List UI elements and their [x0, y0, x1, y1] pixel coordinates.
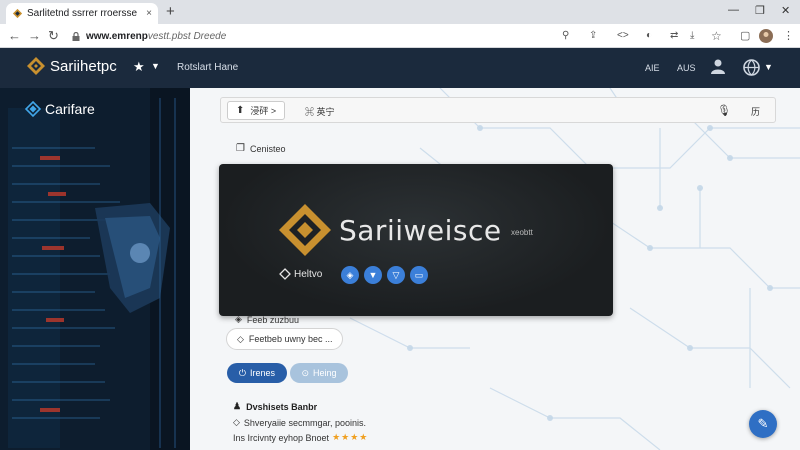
- detail-label-text: Feeb zuzbuu: [246, 314, 299, 325]
- description-line-2: Ins Ircivnty eyhop Bnoet ★★★★: [233, 432, 368, 443]
- profile-avatar[interactable]: [759, 29, 773, 43]
- hero-title: Sariiweisce: [339, 214, 502, 247]
- floating-action-button[interactable]: ✎: [749, 410, 777, 438]
- social-link-3[interactable]: ▽: [387, 266, 405, 284]
- toolbar-extra-button[interactable]: 历: [751, 105, 760, 118]
- reload-icon[interactable]: ↻: [48, 28, 59, 44]
- maximize-button[interactable]: ❐: [755, 4, 765, 17]
- brand-logo[interactable]: Sariihetpc: [26, 56, 117, 76]
- primary-button-label: Irenes: [250, 368, 276, 378]
- chip-diamond-icon: ◇: [237, 333, 244, 344]
- section-label-text: Cenisteo: [249, 143, 286, 154]
- minimize-button[interactable]: —: [728, 4, 739, 16]
- primary-button[interactable]: ⏻ Irenes: [227, 363, 287, 383]
- toolbar-up-button[interactable]: ⬆ 浸砰 >: [227, 101, 286, 120]
- browser-tab-strip: Sarlitetnd ssrrer rroersse × + — ❐ ✕: [0, 0, 800, 24]
- sidebar-rack-illustration: [0, 88, 190, 450]
- chip-label: Feetbeb uwny bec ...: [248, 334, 333, 344]
- key-icon[interactable]: ⚲: [562, 28, 569, 44]
- app-header: Sariihetpc ★ ▼ Rotslart Hane AIE AUS ▼: [0, 48, 800, 88]
- install-icon[interactable]: ⤓: [690, 28, 694, 44]
- url-domain: www.emrenp: [86, 30, 148, 42]
- site-favicon-icon: [12, 8, 23, 19]
- brand-name: Sariihetpc: [50, 57, 117, 75]
- secondary-button-label: Heing: [313, 368, 337, 378]
- forward-arrow-icon[interactable]: →: [28, 28, 41, 44]
- code-icon[interactable]: <>: [617, 28, 629, 44]
- globe-chevron-icon[interactable]: ▼: [764, 62, 773, 72]
- chevron-down-icon[interactable]: ▼: [151, 61, 160, 71]
- social-link-4[interactable]: ▭: [410, 266, 428, 284]
- social-link-1[interactable]: ◈: [341, 266, 359, 284]
- new-tab-button[interactable]: +: [166, 3, 175, 20]
- wrench-icon: ✎: [757, 416, 769, 431]
- description-line-1-text: Shveryaiie secmmgar, pooinis.: [243, 417, 366, 428]
- description-heading: ♟ Dvshisets Banbr: [233, 401, 317, 412]
- section-label: ❐ Cenisteo: [236, 143, 286, 154]
- tab-title: Sarlitetnd ssrrer rroersse: [27, 8, 138, 19]
- tab-search-icon[interactable]: ▢: [740, 28, 750, 44]
- tab-close-icon[interactable]: ×: [146, 8, 152, 19]
- hero-tag-label: Heltvo: [294, 268, 323, 280]
- people-icon: ♟: [233, 401, 242, 411]
- tag-diamond-icon: [279, 268, 291, 280]
- hero-subtitle: xeobtt: [511, 228, 533, 237]
- document-icon: ❐: [236, 143, 245, 154]
- toggle-icon[interactable]: ◐: [646, 28, 652, 44]
- hero-banner: Sariiweisce xeobtt Heltvo ◈ ▼ ▽ ▭: [219, 164, 613, 316]
- secondary-button[interactable]: ⊙ Heing: [290, 363, 348, 383]
- arrow-up-icon: ⬆: [236, 105, 245, 116]
- sidebar-title-label: Carifare: [45, 101, 95, 117]
- lock-icon: [72, 31, 80, 41]
- user-icon[interactable]: [711, 59, 725, 74]
- browser-tab[interactable]: Sarlitetnd ssrrer rroersse ×: [6, 3, 158, 24]
- detail-label: ◈ Feeb zuzbuu: [235, 314, 299, 325]
- description-line-2-text: Ins Ircivnty eyhop Bnoet: [233, 432, 330, 443]
- url-path: vestt.pbst Dreede: [147, 30, 227, 42]
- app-name[interactable]: Rotslart Hane: [177, 62, 238, 73]
- sidebar: Carifare: [0, 88, 190, 450]
- power-icon: ⏻: [238, 367, 247, 378]
- favorite-star-icon[interactable]: ★: [133, 59, 145, 75]
- menu-kebab-icon[interactable]: ⋮: [783, 28, 794, 44]
- rating-stars: ★★★★: [332, 432, 369, 442]
- diamond-icon: ◈: [235, 314, 242, 324]
- detail-chip[interactable]: ◇ Feetbeb uwny bec ...: [226, 328, 344, 350]
- close-window-button[interactable]: ✕: [781, 4, 790, 17]
- address-bar[interactable]: www.emrenp vestt.pbst Dreede: [66, 27, 731, 45]
- browser-toolbar: ← → ↻ www.emrenp vestt.pbst Dreede ⚲ ⇪ <…: [0, 24, 800, 48]
- microphone-icon[interactable]: 🎙: [717, 104, 731, 117]
- toolbar-next-button[interactable]: ⌘ 英宁: [305, 105, 335, 118]
- hero-logo-icon: [279, 204, 331, 256]
- description-line-1: ◇ Shveryaiie secmmgar, pooinis.: [233, 417, 366, 428]
- content-toolbar: ⬆ 浸砰 > ⌘ 英宁 🎙 历: [220, 97, 776, 123]
- social-link-2[interactable]: ▼: [364, 266, 382, 284]
- main-content: ⬆ 浸砰 > ⌘ 英宁 🎙 历 ❐ Cenisteo Sariiweisce x…: [190, 88, 800, 450]
- hero-tag: Heltvo: [279, 268, 322, 280]
- sync-icon[interactable]: ⇄: [670, 28, 678, 44]
- shield-icon: [25, 101, 41, 117]
- toolbar-group-label: 浸砰 >: [250, 106, 277, 116]
- description-heading-text: Dvshisets Banbr: [246, 401, 318, 412]
- sidebar-title[interactable]: Carifare: [25, 101, 95, 117]
- brand-icon: [27, 57, 45, 75]
- bookmark-star-icon[interactable]: ☆: [711, 28, 722, 44]
- share-icon[interactable]: ⇪: [589, 28, 597, 44]
- diamond-bullet-icon: ◇: [233, 417, 240, 427]
- lang-option-1[interactable]: AIE: [645, 63, 660, 73]
- badge-icon: ⊙: [301, 367, 310, 378]
- lang-option-2[interactable]: AUS: [677, 63, 696, 73]
- back-arrow-icon[interactable]: ←: [8, 28, 21, 44]
- globe-icon[interactable]: [743, 59, 760, 76]
